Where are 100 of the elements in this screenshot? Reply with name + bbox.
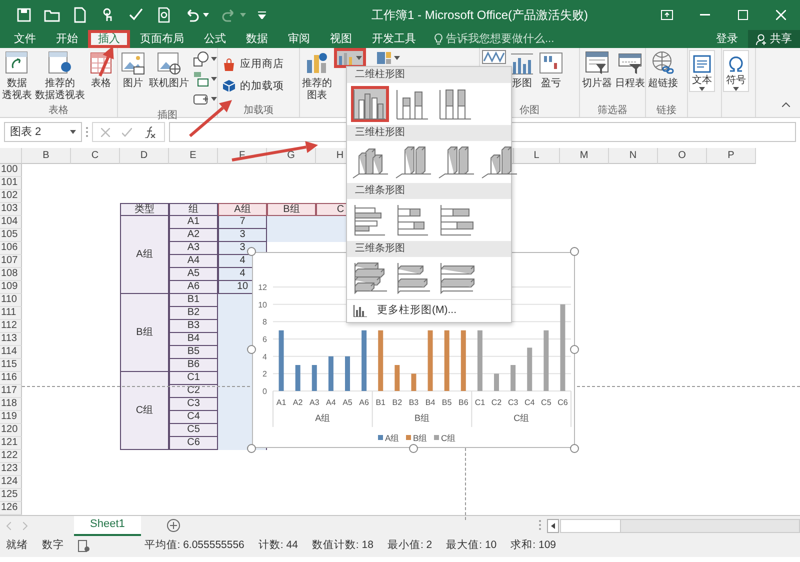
document-icon: [72, 7, 88, 23]
chart-icon: [304, 50, 330, 76]
ribbon-button[interactable]: 推荐的 图表: [301, 48, 333, 102]
scrollbar-thumb[interactable]: [561, 520, 621, 532]
row-header[interactable]: 102: [0, 190, 22, 203]
column-header[interactable]: B: [22, 148, 71, 164]
row-header[interactable]: 125: [0, 489, 22, 502]
ribbon-button[interactable]: 符号: [723, 50, 749, 92]
chart-type-option[interactable]: [437, 144, 475, 180]
cancel-icon: [101, 128, 110, 136]
row-header[interactable]: 104: [0, 216, 22, 229]
column-header[interactable]: O: [658, 148, 707, 164]
resize-handle[interactable]: [247, 444, 256, 453]
window-title: 工作簿1 - Microsoft Office(产品激活失败): [372, 7, 588, 24]
ribbon-button[interactable]: 日程表: [614, 48, 646, 90]
chart-type-option[interactable]: [480, 144, 518, 180]
ribbon-tab[interactable]: 插入: [88, 30, 130, 48]
ribbon-options-icon: [661, 10, 673, 20]
axis-label: 4: [262, 352, 267, 362]
bar: [312, 365, 317, 391]
status-stat: 求和: 109: [510, 538, 556, 554]
row-header[interactable]: 100: [0, 164, 22, 177]
bar: [428, 330, 433, 391]
column-header[interactable]: M: [560, 148, 609, 164]
share-button[interactable]: 共享: [748, 30, 800, 48]
ribbon-tab[interactable]: 视图: [320, 30, 362, 48]
row-header[interactable]: 103: [0, 203, 22, 216]
name-box[interactable]: 图表 2: [4, 122, 82, 142]
more-charts-item[interactable]: 更多柱形图(M)...: [347, 299, 511, 322]
row-header[interactable]: 115: [0, 359, 22, 372]
row-header[interactable]: 123: [0, 463, 22, 476]
category-label: C4: [524, 398, 535, 407]
row-header[interactable]: 109: [0, 281, 22, 294]
ribbon-button[interactable]: 数据 透视表: [1, 48, 33, 102]
row-header[interactable]: 105: [0, 229, 22, 242]
chart-type-option[interactable]: [351, 86, 389, 122]
row-header[interactable]: 124: [0, 476, 22, 489]
column-header[interactable]: C: [71, 148, 120, 164]
sign-in-link[interactable]: 登录: [716, 30, 738, 48]
ribbon-button[interactable]: 盈亏: [537, 48, 565, 90]
scroll-left-button[interactable]: [547, 518, 559, 532]
group-label: 插图: [158, 110, 178, 121]
ribbon-button[interactable]: 文本: [689, 50, 715, 92]
table-cell: B2: [169, 307, 218, 320]
column-header[interactable]: N: [609, 148, 658, 164]
row-header[interactable]: 106: [0, 242, 22, 255]
ribbon-button[interactable]: 联机图片: [148, 48, 190, 90]
row-header[interactable]: 118: [0, 398, 22, 411]
row-header[interactable]: 113: [0, 333, 22, 346]
ribbon-button[interactable]: 推荐的 数据透视表: [34, 48, 86, 102]
row-header[interactable]: 126: [0, 502, 22, 515]
smartart-button[interactable]: [191, 70, 219, 88]
ribbon-tab[interactable]: 数据: [236, 30, 278, 48]
ribbon-button[interactable]: 超链接: [647, 48, 679, 90]
bar: [411, 374, 416, 391]
ribbon-button[interactable]: 形图: [508, 48, 536, 90]
row-header[interactable]: 101: [0, 177, 22, 190]
column-header[interactable]: E: [169, 148, 218, 164]
ribbon-tab[interactable]: 开发工具: [362, 30, 426, 48]
tell-me-field[interactable]: 告诉我您想要做什么...: [446, 30, 586, 48]
row-header[interactable]: 119: [0, 411, 22, 424]
category-label: A6: [359, 398, 369, 407]
sheet-tab[interactable]: Sheet1: [74, 516, 141, 536]
category-label: B3: [408, 398, 419, 407]
ribbon-tab[interactable]: 公式: [194, 30, 236, 48]
macro-record-icon: [78, 540, 90, 552]
table-cell: 3: [218, 229, 267, 242]
ribbon-tab[interactable]: 页面布局: [130, 30, 194, 48]
row-header[interactable]: 112: [0, 320, 22, 333]
table-cell: A6: [169, 281, 218, 294]
ribbon-button[interactable]: 切片器: [581, 48, 613, 90]
chart-type-option[interactable]: [394, 144, 432, 180]
row-header[interactable]: 117: [0, 385, 22, 398]
row-header[interactable]: 120: [0, 424, 22, 437]
row-header[interactable]: 110: [0, 294, 22, 307]
column-header[interactable]: L: [514, 148, 560, 164]
column-header[interactable]: P: [707, 148, 756, 164]
row-header[interactable]: 116: [0, 372, 22, 385]
row-header[interactable]: 121: [0, 437, 22, 450]
shapes-button[interactable]: [191, 50, 219, 68]
resize-handle[interactable]: [409, 444, 418, 453]
row-header[interactable]: 114: [0, 346, 22, 359]
chart-type-button[interactable]: [334, 48, 366, 68]
ribbon-button[interactable]: [481, 48, 507, 64]
column-header[interactable]: D: [120, 148, 169, 164]
resize-handle[interactable]: [570, 345, 579, 354]
resize-handle[interactable]: [570, 247, 579, 256]
row-header[interactable]: 108: [0, 268, 22, 281]
row-header[interactable]: 107: [0, 255, 22, 268]
ribbon-button[interactable]: 应用商店: [219, 56, 287, 74]
ribbon-button[interactable]: 的加载项: [219, 78, 287, 96]
spelling-icon: [128, 7, 144, 23]
ribbon-button[interactable]: 图片: [119, 48, 147, 90]
row-header[interactable]: 122: [0, 450, 22, 463]
resize-handle[interactable]: [570, 444, 579, 453]
ribbon-tab[interactable]: 文件: [4, 30, 46, 48]
ribbon-tab[interactable]: 开始: [46, 30, 88, 48]
ribbon-tab[interactable]: 审阅: [278, 30, 320, 48]
row-header[interactable]: 111: [0, 307, 22, 320]
minimize-icon: [700, 14, 710, 16]
